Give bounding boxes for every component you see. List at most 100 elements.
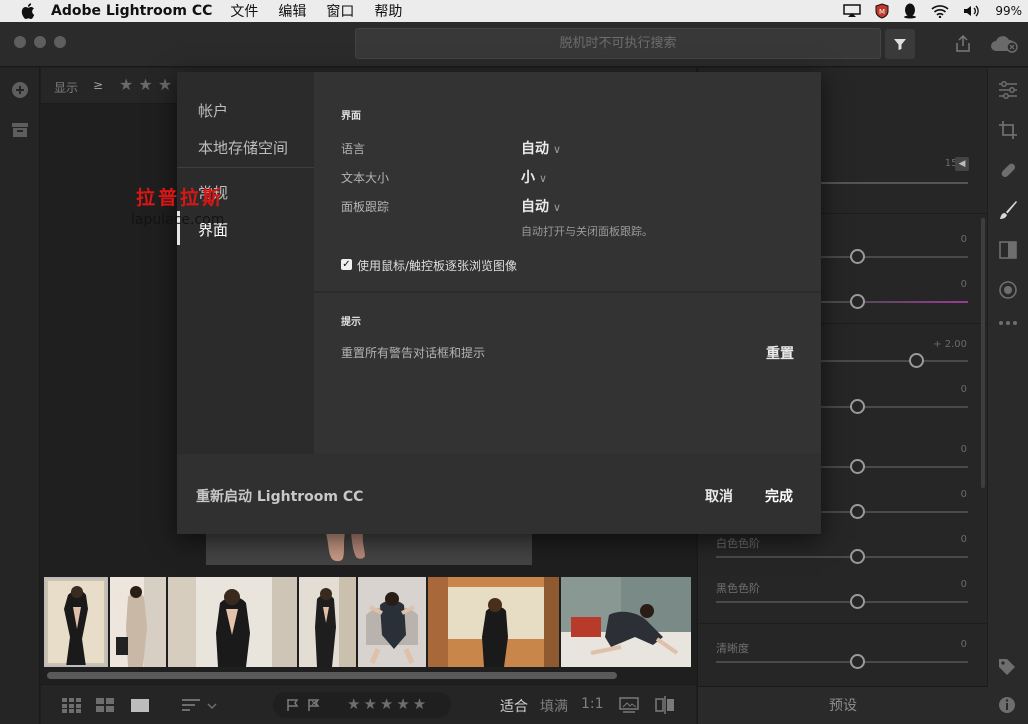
presets-button[interactable]: 预设 <box>698 686 988 724</box>
browse-images-checkbox[interactable]: ✓ <box>341 259 352 270</box>
edit-slider[interactable] <box>716 549 968 564</box>
linear-gradient-icon[interactable] <box>998 240 1018 260</box>
menu-edit[interactable]: 编辑 <box>278 1 306 21</box>
zoom-fit-button[interactable]: 适合 <box>500 696 528 716</box>
language-select[interactable]: 自动 ∨ <box>521 138 561 158</box>
square-grid-view-icon[interactable] <box>96 698 116 713</box>
more-icon[interactable] <box>998 320 1018 326</box>
rating-operator[interactable]: ≥ <box>93 78 103 92</box>
preferences-nav: 帐户 本地存储空间 常规 界面 <box>177 72 314 454</box>
compare-icon[interactable] <box>619 697 639 713</box>
browse-images-checkbox-label[interactable]: 使用鼠标/触控板逐张浏览图像 <box>357 257 517 274</box>
slider-knob[interactable] <box>909 353 924 368</box>
sort-icon[interactable] <box>182 699 218 713</box>
slider-knob[interactable] <box>850 294 865 309</box>
healing-brush-icon[interactable] <box>998 160 1018 180</box>
nav-divider <box>177 167 314 168</box>
panel-divider <box>818 213 988 214</box>
filmstrip-thumb[interactable] <box>428 577 559 667</box>
show-filter-label: 显示 <box>54 81 79 95</box>
reject-flag-icon[interactable] <box>307 698 321 712</box>
edit-slider[interactable] <box>716 654 968 669</box>
edit-slider[interactable] <box>716 594 968 609</box>
text-size-select[interactable]: 小 ∨ <box>521 167 547 187</box>
menu-window[interactable]: 窗口 <box>326 1 354 21</box>
slider-knob[interactable] <box>850 504 865 519</box>
zoom-1-1-button[interactable]: 1:1 <box>581 696 604 712</box>
qq-penguin-icon[interactable] <box>903 3 917 19</box>
restart-lightroom-button[interactable]: 重新启动 Lightroom CC <box>196 486 363 506</box>
funnel-icon <box>894 39 906 50</box>
search-input[interactable]: 脱机时不可执行搜索 <box>355 28 881 59</box>
slider-knob[interactable] <box>850 399 865 414</box>
security-shield-icon[interactable]: M <box>875 3 889 19</box>
filmstrip-thumb[interactable] <box>299 577 356 667</box>
filmstrip-thumb[interactable] <box>358 577 426 667</box>
loupe-photo[interactable] <box>206 533 532 565</box>
app-name-menu[interactable]: Adobe Lightroom CC <box>51 3 212 19</box>
panel-value: 0 <box>960 579 967 590</box>
rating-flag-group: ★★★★★ <box>273 692 451 718</box>
add-photos-icon[interactable] <box>11 81 29 99</box>
slider-knob[interactable] <box>850 594 865 609</box>
menu-file[interactable]: 文件 <box>230 1 258 21</box>
panel-tracking-select[interactable]: 自动 ∨ <box>521 196 561 216</box>
grid-view-icon[interactable] <box>62 698 82 713</box>
library-icon[interactable] <box>11 122 29 138</box>
done-button[interactable]: 完成 <box>765 486 793 506</box>
language-label: 语言 <box>341 142 366 156</box>
cancel-button[interactable]: 取消 <box>705 486 733 506</box>
filmstrip-thumb[interactable] <box>168 577 297 667</box>
reset-tips-label: 重置所有警告对话框和提示 <box>341 346 486 360</box>
star-rating[interactable]: ★★★★★ <box>347 695 429 713</box>
before-after-icon[interactable] <box>655 696 675 714</box>
zoom-fill-button[interactable]: 填满 <box>540 696 568 716</box>
nav-item-local-storage[interactable]: 本地存储空间 <box>198 137 288 158</box>
detail-view-icon[interactable] <box>131 698 149 713</box>
svg-text:M: M <box>879 8 885 16</box>
filmstrip-thumb[interactable] <box>110 577 166 667</box>
preferences-dialog: 帐户 本地存储空间 常规 界面 界面 语言 自动 ∨ 文本大小 小 ∨ 面板跟踪 自… <box>177 72 821 534</box>
minimize-window-button[interactable] <box>34 36 46 48</box>
panel-divider <box>698 623 988 624</box>
chevron-down-icon: ∨ <box>539 172 548 185</box>
menu-help[interactable]: 帮助 <box>374 1 402 21</box>
close-window-button[interactable] <box>14 36 26 48</box>
wifi-icon[interactable] <box>931 4 949 18</box>
volume-icon[interactable] <box>963 4 981 18</box>
panel-value: 0 <box>960 279 967 290</box>
slider-knob[interactable] <box>850 654 865 669</box>
panel-scrollbar[interactable] <box>981 218 985 488</box>
filter-button[interactable] <box>885 29 915 59</box>
bottom-toolbar: ★★★★★ 适合 填满 1:1 <box>41 684 696 724</box>
radial-gradient-icon[interactable] <box>998 280 1018 300</box>
blacks-label: 黑色色阶 <box>716 582 760 595</box>
cloud-offline-icon[interactable] <box>990 35 1018 53</box>
status-area: M 99% <box>843 0 1028 22</box>
brush-icon[interactable] <box>998 200 1018 220</box>
collapse-arrow-icon[interactable]: ◀ <box>955 157 969 171</box>
tag-icon[interactable] <box>998 658 1016 676</box>
filmstrip-scrollbar[interactable] <box>47 672 617 679</box>
rating-filter-stars[interactable]: ★ ★ ★ <box>119 75 172 94</box>
slider-knob[interactable] <box>850 459 865 474</box>
filmstrip-thumb[interactable] <box>44 577 108 667</box>
watermark-url: lapulace.com <box>131 212 225 228</box>
airplay-icon[interactable] <box>843 4 862 18</box>
nav-item-account[interactable]: 帐户 <box>198 100 228 121</box>
share-icon[interactable] <box>955 35 971 53</box>
edit-sliders-icon[interactable] <box>998 81 1018 99</box>
info-icon[interactable] <box>998 696 1016 714</box>
battery-percent[interactable]: 99% <box>995 4 1022 18</box>
slider-knob[interactable] <box>850 249 865 264</box>
right-tool-strip <box>988 68 1028 724</box>
apple-logo-icon[interactable] <box>21 3 35 19</box>
panel-value: 0 <box>960 384 967 395</box>
pick-flag-icon[interactable] <box>286 698 300 712</box>
slider-knob[interactable] <box>850 549 865 564</box>
zoom-window-button[interactable] <box>54 36 66 48</box>
crop-icon[interactable] <box>998 120 1018 140</box>
reset-tips-button[interactable]: 重置 <box>766 343 794 363</box>
filmstrip-thumb[interactable] <box>561 577 691 667</box>
section-title-tips: 提示 <box>341 317 361 328</box>
